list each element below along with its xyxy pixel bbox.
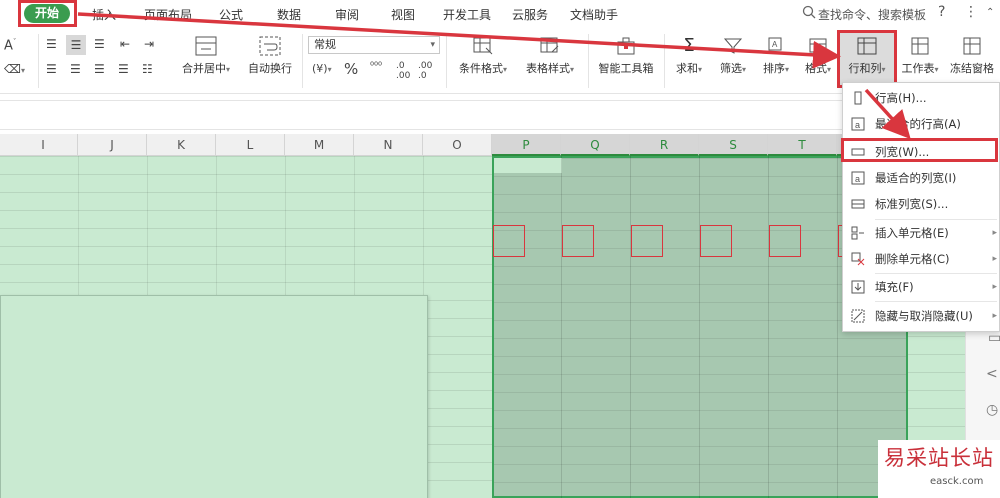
arrow-rowcol-to-width: [864, 88, 911, 140]
watermark-title: 易采站长站: [884, 446, 994, 470]
watermark-url: easck.com: [930, 476, 984, 487]
arrow-start-to-rowcol: [77, 12, 841, 69]
spreadsheet-window: 开始 插入 页面布局 公式 数据 审阅 视图 开发工具 云服务 文档助手 查找命…: [0, 0, 1000, 498]
watermark: 易采站长站 easck.com: [878, 440, 1000, 498]
annotation-arrows: [77, 12, 911, 140]
